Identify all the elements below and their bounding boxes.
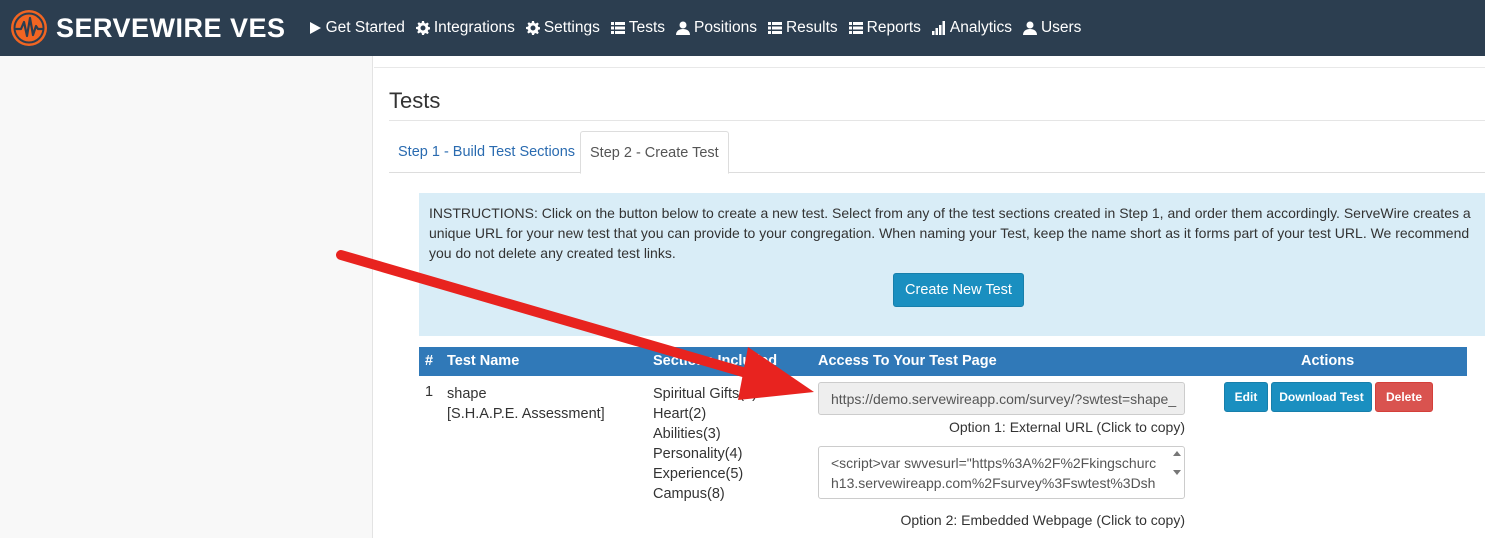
main-nav: Get Started Integrations Settings Tests … xyxy=(308,19,1093,37)
section-item: Experience(5) xyxy=(653,466,744,482)
instructions-panel: INSTRUCTIONS: Click on the button below … xyxy=(419,193,1485,336)
tab-create-test[interactable]: Step 2 - Create Test xyxy=(580,131,729,174)
table-row: 1 shape [S.H.A.P.E. Assessment] Spiritua… xyxy=(419,376,1467,539)
section-item: Heart(2) xyxy=(653,406,707,422)
servewire-logo-icon xyxy=(11,10,47,46)
brand-name: SERVEWIRE VES xyxy=(56,12,286,43)
delete-button[interactable]: Delete xyxy=(1375,382,1433,412)
nav-label: Tests xyxy=(628,19,666,36)
nav-reports[interactable]: Reports xyxy=(848,19,921,37)
main-content: Tests Step 1 - Build Test Sections Step … xyxy=(374,67,1485,538)
test-subtitle: [S.H.A.P.E. Assessment] xyxy=(447,406,605,422)
row-number: 1 xyxy=(425,384,434,400)
instructions-text: INSTRUCTIONS: Click on the button below … xyxy=(429,205,1471,261)
gear-icon xyxy=(415,21,430,35)
nav-label: Positions xyxy=(694,19,757,36)
nav-label: Results xyxy=(785,19,838,36)
column-header-sections: Sections Included xyxy=(653,353,778,369)
user-icon xyxy=(676,21,691,35)
nav-results[interactable]: Results xyxy=(767,19,838,37)
column-header-number: # xyxy=(425,353,434,369)
nav-label: Settings xyxy=(543,19,600,36)
embed-code-textarea[interactable]: <script>var swvesurl="https%3A%2F%2Fking… xyxy=(818,446,1185,499)
option2-copy-label[interactable]: Option 2: Embedded Webpage (Click to cop… xyxy=(818,512,1185,528)
bar-chart-icon xyxy=(931,21,945,35)
title-divider xyxy=(389,120,1485,121)
section-item: Personality(4) xyxy=(653,446,743,462)
column-header-test-name: Test Name xyxy=(447,353,520,369)
list-icon xyxy=(848,22,863,34)
external-url-field[interactable]: https://demo.servewireapp.com/survey/?sw… xyxy=(818,382,1185,415)
option1-copy-label[interactable]: Option 1: External URL (Click to copy) xyxy=(818,419,1185,435)
nav-label: Analytics xyxy=(949,19,1012,36)
nav-label: Integrations xyxy=(433,19,515,36)
top-navbar: SERVEWIRE VES Get Started Integrations S… xyxy=(0,0,1485,56)
edit-button[interactable]: Edit xyxy=(1224,382,1268,412)
page-title: Tests xyxy=(389,88,441,113)
nav-users[interactable]: Users xyxy=(1022,19,1082,37)
section-item: Campus(8) xyxy=(653,486,725,502)
nav-tests[interactable]: Tests xyxy=(610,19,666,37)
textarea-scrollbar[interactable] xyxy=(1171,448,1183,497)
nav-integrations[interactable]: Integrations xyxy=(415,19,515,37)
nav-settings[interactable]: Settings xyxy=(525,19,600,37)
embed-code-text: <script>var swvesurl="https%3A%2F%2Fking… xyxy=(831,455,1157,498)
download-test-button[interactable]: Download Test xyxy=(1271,382,1372,412)
play-icon xyxy=(309,22,321,34)
sections-list: Spiritual Gifts(1) Heart(2) Abilities(3)… xyxy=(653,384,757,504)
tab-build-test-sections[interactable]: Step 1 - Build Test Sections xyxy=(389,131,584,173)
column-header-actions: Actions xyxy=(1301,353,1355,369)
user-icon xyxy=(1022,21,1037,35)
nav-get-started[interactable]: Get Started xyxy=(308,19,405,37)
list-icon xyxy=(767,22,782,34)
step-tabs: Step 1 - Build Test Sections Step 2 - Cr… xyxy=(389,131,1485,174)
list-icon xyxy=(610,22,625,34)
gear-icon xyxy=(525,21,540,35)
nav-label: Reports xyxy=(866,19,921,36)
create-new-test-button[interactable]: Create New Test xyxy=(893,273,1024,307)
test-name-cell: shape [S.H.A.P.E. Assessment] xyxy=(447,384,605,424)
nav-analytics[interactable]: Analytics xyxy=(931,19,1012,37)
test-name: shape xyxy=(447,386,487,402)
left-sidebar xyxy=(0,56,373,538)
tests-table-header: # Test Name Sections Included Access To … xyxy=(419,347,1467,376)
nav-label: Get Started xyxy=(325,19,405,36)
scroll-up-icon[interactable] xyxy=(1173,451,1181,456)
nav-label: Users xyxy=(1040,19,1082,36)
brand[interactable]: SERVEWIRE VES xyxy=(10,9,286,47)
column-header-access: Access To Your Test Page xyxy=(818,353,997,369)
section-item: Spiritual Gifts(1) xyxy=(653,386,757,402)
section-item: Abilities(3) xyxy=(653,426,721,442)
nav-positions[interactable]: Positions xyxy=(676,19,757,37)
scroll-down-icon[interactable] xyxy=(1173,470,1181,475)
